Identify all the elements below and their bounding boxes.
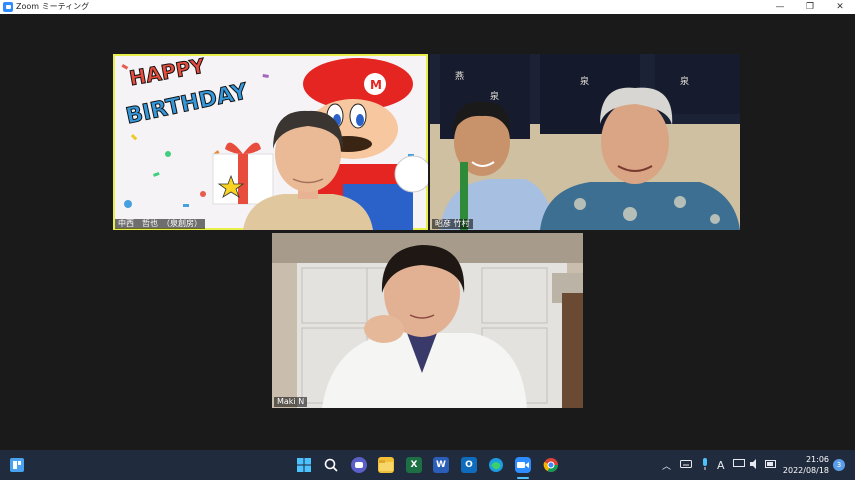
- show-hidden-icons-icon[interactable]: ︿: [662, 459, 671, 472]
- notification-badge[interactable]: 3: [833, 459, 845, 471]
- video-tile-nakanishi[interactable]: M HAPPY BIRTHDAY 中西 哲也 （泉創房）: [113, 54, 428, 230]
- keyboard-icon[interactable]: [680, 459, 693, 471]
- chrome-icon[interactable]: [543, 457, 559, 473]
- svg-text:泉: 泉: [680, 75, 689, 87]
- microphone-icon[interactable]: [701, 457, 709, 473]
- zoom-active-indicator: [517, 477, 529, 479]
- video-feed-takemura: 燕泉泉泉: [430, 54, 740, 230]
- edge-icon[interactable]: [488, 457, 504, 473]
- ime-indicator[interactable]: A: [717, 459, 725, 472]
- start-icon[interactable]: [296, 457, 312, 473]
- svg-text:泉: 泉: [490, 90, 499, 102]
- system-clock[interactable]: 21:06 2022/08/18: [783, 454, 829, 476]
- zoom-taskbar-icon[interactable]: [515, 457, 531, 473]
- display-icon[interactable]: [732, 458, 745, 472]
- video-feed-maki: [272, 233, 583, 408]
- close-button[interactable]: ✕: [825, 0, 855, 14]
- svg-text:M: M: [370, 78, 382, 92]
- clock-date: 2022/08/18: [782, 466, 829, 475]
- title-bar: Zoom ミーティング — ❐ ✕: [0, 0, 855, 14]
- minimize-button[interactable]: —: [765, 0, 795, 14]
- participant-name: Maki N: [274, 397, 308, 407]
- svg-text:泉: 泉: [580, 75, 589, 87]
- system-tray: ︿ A: [662, 450, 777, 480]
- word-icon[interactable]: W: [433, 457, 449, 473]
- restore-button[interactable]: ❐: [795, 0, 825, 14]
- clock-time: 21:06: [805, 455, 829, 464]
- participant-name: 昭彦 竹村: [432, 219, 473, 229]
- outlook-icon[interactable]: O: [461, 457, 477, 473]
- widgets-icon[interactable]: [9, 457, 25, 473]
- svg-text:燕: 燕: [455, 70, 464, 82]
- video-tile-maki[interactable]: Maki N: [272, 233, 583, 408]
- search-icon[interactable]: [323, 457, 339, 473]
- participant-name: 中西 哲也 （泉創房）: [115, 219, 205, 229]
- windows-taskbar: X W O ︿ A 21:06 2022/08/18 3: [0, 450, 855, 480]
- meeting-gallery: M HAPPY BIRTHDAY 中西 哲也 （泉創房） 燕 泉 泉 泉 昭彦 …: [0, 14, 855, 450]
- window-controls: — ❐ ✕: [765, 0, 855, 14]
- zoom-app-icon: [3, 2, 13, 12]
- file-explorer-icon[interactable]: [378, 457, 394, 473]
- window-title: Zoom ミーティング: [16, 2, 90, 11]
- battery-icon[interactable]: [764, 459, 777, 471]
- volume-icon[interactable]: [749, 458, 760, 472]
- excel-icon[interactable]: X: [406, 457, 422, 473]
- teams-chat-icon[interactable]: [351, 457, 367, 473]
- video-tile-takemura[interactable]: 燕泉泉泉 昭彦 竹村: [430, 54, 740, 230]
